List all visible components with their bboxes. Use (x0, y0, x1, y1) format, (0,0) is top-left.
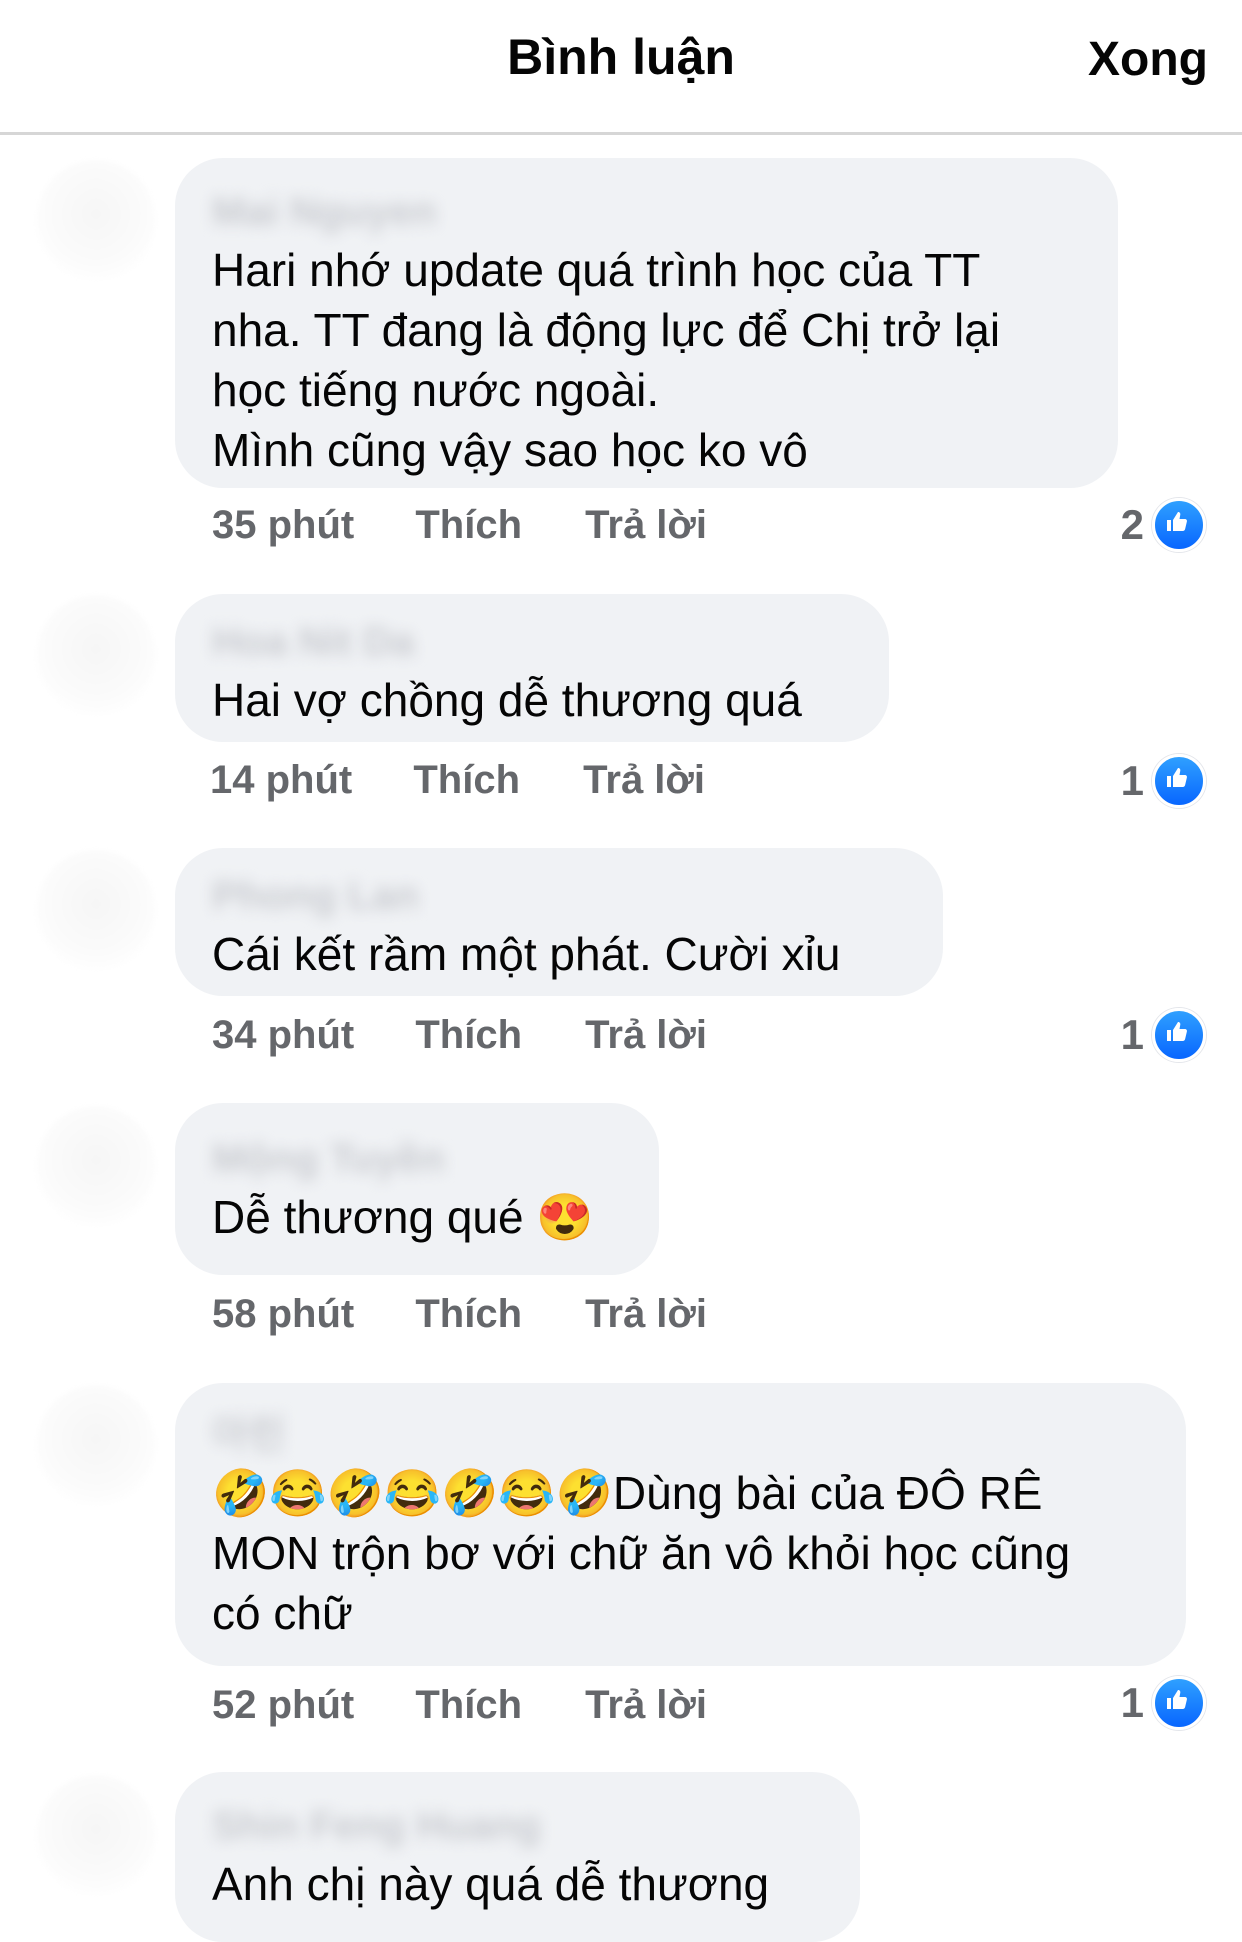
comment-time: 14 phút (210, 758, 353, 802)
comment-author[interactable]: Mộng Tuyền (212, 1131, 621, 1187)
reply-button[interactable]: Trả lời (585, 1683, 707, 1728)
comment-author[interactable]: Shin Feng Huang (212, 1798, 822, 1854)
avatar[interactable] (36, 850, 156, 970)
reaction-summary[interactable]: 1 (1120, 1008, 1206, 1062)
like-button[interactable]: Thích (413, 758, 520, 803)
comment-author[interactable]: 아린 (212, 1407, 1148, 1463)
page-title: Bình luận (507, 29, 735, 85)
comment-bubble[interactable]: 아린 🤣😂🤣😂🤣😂🤣Dùng bài của ĐÔ RÊ MON trộn bơ… (175, 1383, 1186, 1666)
reaction-summary[interactable]: 2 (1120, 498, 1206, 552)
comment-time: 58 phút (212, 1292, 355, 1336)
like-button[interactable]: Thích (415, 503, 522, 548)
comment-text: Dễ thương qué 😍 (212, 1191, 594, 1243)
avatar[interactable] (36, 1385, 156, 1505)
comment-meta: 35 phút Thích Trả lời (212, 503, 707, 548)
comment-meta: 58 phút Thích Trả lời (212, 1292, 707, 1337)
comment-author[interactable]: Mai Nguyen (212, 184, 1080, 240)
comment-author[interactable]: Phong Lan (212, 868, 905, 924)
reaction-count: 2 (1120, 501, 1144, 548)
like-button[interactable]: Thích (415, 1292, 522, 1337)
comment-meta: 34 phút Thích Trả lời (212, 1013, 707, 1058)
comment-bubble[interactable]: Mai Nguyen Hari nhớ update quá trình học… (175, 158, 1118, 488)
comment-text: Anh chị này quá dễ thương (212, 1858, 770, 1910)
reaction-count: 1 (1120, 1011, 1144, 1058)
reaction-count: 1 (1120, 757, 1144, 804)
reply-button[interactable]: Trả lời (583, 758, 705, 803)
reply-button[interactable]: Trả lời (585, 1013, 707, 1058)
reaction-summary[interactable]: 1 (1120, 754, 1206, 808)
like-thumb-icon (1152, 754, 1206, 808)
comment-bubble[interactable]: Phong Lan Cái kết rầm một phát. Cười xỉu (175, 848, 943, 996)
like-thumb-icon (1152, 498, 1206, 552)
comment-text: Hari nhớ update quá trình học của TT nha… (212, 244, 1001, 476)
comment-text: 🤣😂🤣😂🤣😂🤣Dùng bài của ĐÔ RÊ MON trộn bơ vớ… (212, 1467, 1071, 1639)
comment-meta: 14 phút Thích Trả lời (210, 758, 705, 803)
avatar[interactable] (36, 595, 156, 715)
avatar[interactable] (36, 1775, 156, 1895)
reaction-count: 1 (1120, 1679, 1144, 1726)
avatar[interactable] (36, 1106, 156, 1226)
comment-time: 52 phút (212, 1683, 355, 1727)
reaction-summary[interactable]: 1 (1120, 1676, 1206, 1730)
comment-bubble[interactable]: Mộng Tuyền Dễ thương qué 😍 (175, 1103, 659, 1275)
comment-text: Hai vợ chồng dễ thương quá (212, 674, 802, 726)
reply-button[interactable]: Trả lời (585, 1292, 707, 1337)
comment-author[interactable]: Hoa Nit Da (212, 614, 851, 670)
comment-text: Cái kết rầm một phát. Cười xỉu (212, 928, 841, 980)
like-thumb-icon (1152, 1676, 1206, 1730)
comment-time: 34 phút (212, 1013, 355, 1057)
like-button[interactable]: Thích (415, 1013, 522, 1058)
reply-button[interactable]: Trả lời (585, 503, 707, 548)
done-button[interactable]: Xong (1088, 32, 1208, 87)
header-bar: Bình luận Xong (0, 0, 1242, 135)
like-button[interactable]: Thích (415, 1683, 522, 1728)
comment-bubble[interactable]: Shin Feng Huang Anh chị này quá dễ thươn… (175, 1772, 860, 1942)
comment-bubble[interactable]: Hoa Nit Da Hai vợ chồng dễ thương quá (175, 594, 889, 742)
like-thumb-icon (1152, 1008, 1206, 1062)
comment-time: 35 phút (212, 503, 355, 547)
avatar[interactable] (36, 160, 156, 280)
comment-meta: 52 phút Thích Trả lời (212, 1683, 707, 1728)
